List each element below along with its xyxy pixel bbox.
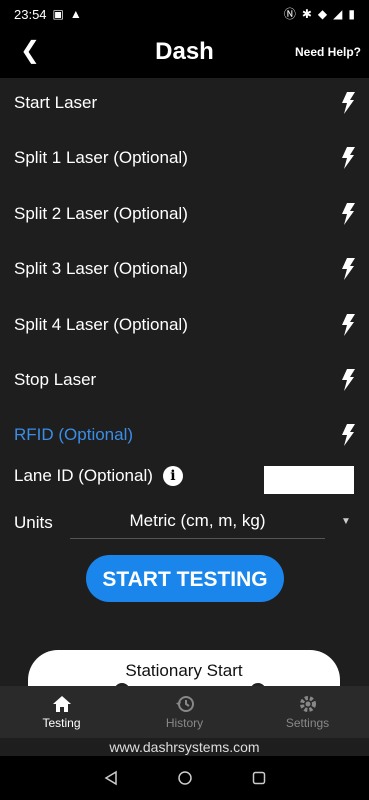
laser-row-stop[interactable]: Stop Laser <box>0 353 369 407</box>
battery-icon: ▮ <box>348 7 355 21</box>
laser-row-split-4[interactable]: Split 4 Laser (Optional) <box>0 298 369 352</box>
footer-website: www.dashrsystems.com <box>0 738 369 756</box>
tab-history[interactable]: History <box>123 686 246 738</box>
info-icon[interactable]: i <box>162 466 183 486</box>
tab-label: History <box>165 716 204 730</box>
laser-row-split-2[interactable]: Split 2 Laser (Optional) <box>0 187 369 241</box>
status-bar: 23:54 ▣ ▲ Ⓝ ✱ ◆ ◢ ▮ <box>0 0 369 28</box>
signal-icon: ◢ <box>333 7 343 21</box>
bolt-icon[interactable] <box>341 258 355 280</box>
nav-home-icon[interactable] <box>177 770 193 786</box>
bolt-icon[interactable] <box>341 92 355 114</box>
alert-icon: ▲ <box>69 7 82 21</box>
wifi-icon: ◆ <box>317 7 328 21</box>
lane-id-input[interactable] <box>264 466 354 494</box>
nav-back-icon[interactable] <box>103 770 119 786</box>
image-icon: ▣ <box>52 7 64 21</box>
bluetooth-icon: ✱ <box>301 7 312 21</box>
laser-row-label: Split 1 Laser (Optional) <box>14 148 188 167</box>
bolt-icon[interactable] <box>341 203 355 225</box>
laser-row-label: Split 4 Laser (Optional) <box>14 315 188 334</box>
bolt-icon[interactable] <box>341 424 355 446</box>
status-time: 23:54 <box>14 6 47 22</box>
start-testing-button[interactable]: START TESTING <box>86 555 284 602</box>
system-nav-bar <box>0 756 369 800</box>
history-icon <box>175 694 195 714</box>
tab-label: Testing <box>42 716 81 730</box>
home-icon <box>52 694 72 714</box>
laser-row-label: Split 3 Laser (Optional) <box>14 259 188 278</box>
laser-row-split-3[interactable]: Split 3 Laser (Optional) <box>0 242 369 296</box>
laser-row-start[interactable]: Start Laser <box>0 76 369 130</box>
units-label: Units <box>14 513 53 532</box>
laser-row-label: Start Laser <box>14 93 98 112</box>
nav-recents-icon[interactable] <box>251 770 267 786</box>
need-help-link[interactable]: Need Help? <box>295 45 361 59</box>
tab-settings[interactable]: Settings <box>246 686 369 738</box>
units-selected-value: Metric (cm, m, kg) <box>129 510 266 530</box>
lane-id-row: Lane ID (Optional) i <box>14 466 183 486</box>
tab-testing[interactable]: Testing <box>0 686 123 738</box>
laser-row-label: Split 2 Laser (Optional) <box>14 204 188 223</box>
lane-id-label: Lane ID (Optional) <box>14 466 153 485</box>
tab-label: Settings <box>285 716 330 730</box>
laser-row-rfid[interactable]: RFID (Optional) <box>0 408 369 462</box>
app-header: ❮ Dash Need Help? <box>0 28 369 78</box>
dropdown-arrow-icon[interactable]: ▼ <box>341 516 351 527</box>
gear-icon <box>298 694 318 714</box>
nfc-icon: Ⓝ <box>283 7 296 21</box>
bolt-icon[interactable] <box>341 369 355 391</box>
bolt-icon[interactable] <box>341 147 355 169</box>
laser-row-split-1[interactable]: Split 1 Laser (Optional) <box>0 131 369 185</box>
stationary-start-label: Stationary Start <box>125 661 243 680</box>
rfid-label: RFID (Optional) <box>14 425 134 444</box>
units-select[interactable]: Metric (cm, m, kg) <box>70 503 325 539</box>
bolt-icon[interactable] <box>341 314 355 336</box>
laser-row-label: Stop Laser <box>14 370 97 389</box>
bottom-tab-bar: Testing History Settings <box>0 686 369 738</box>
